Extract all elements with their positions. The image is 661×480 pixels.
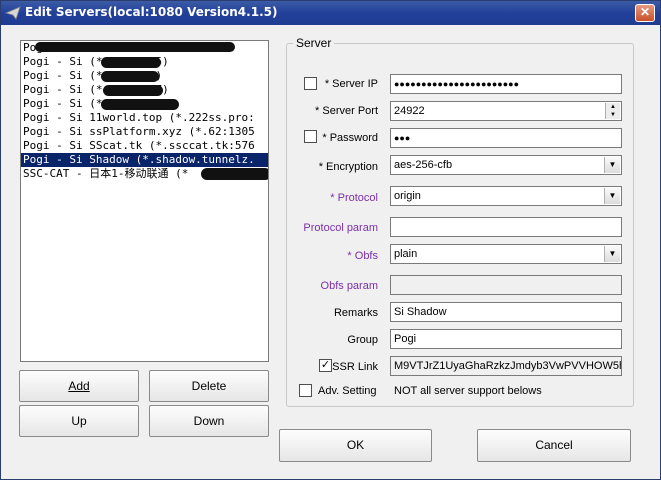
- ssr-link-label: SSR Link: [332, 361, 378, 373]
- client-area: Pogi - Si Pogi - Si (*.216:8135) Pogi - …: [2, 25, 659, 479]
- redaction-mark: [101, 57, 161, 68]
- password-field[interactable]: ●●●: [390, 128, 622, 148]
- encryption-label: * Encryption: [318, 161, 378, 173]
- server-ip-field[interactable]: ●●●●●●●●●●●●●●●●●●●●●●●: [390, 74, 622, 94]
- title-bar[interactable]: Edit Servers(local:1080 Version4.1.5) ✕: [1, 1, 660, 25]
- remarks-label: Remarks: [333, 307, 378, 319]
- group-label: Group: [347, 334, 378, 346]
- adv-setting-checkbox[interactable]: [299, 384, 312, 397]
- server-list[interactable]: Pogi - Si Pogi - Si (*.216:8135) Pogi - …: [20, 40, 269, 362]
- protocol-label: * Protocol: [330, 192, 378, 204]
- password-label: * Password: [322, 132, 378, 144]
- obfs-param-field[interactable]: [390, 275, 622, 295]
- redaction-mark: [35, 42, 235, 52]
- ssr-link-field[interactable]: M9VTJrZ1UyaGhaRzkzJmdyb3VwPVVHOW5hUQ: [390, 356, 622, 376]
- chevron-down-icon[interactable]: ▼: [604, 188, 620, 204]
- cancel-button[interactable]: Cancel: [477, 429, 631, 462]
- protocol-param-label: Protocol param: [303, 222, 378, 234]
- obfs-select[interactable]: plain ▼: [390, 244, 622, 264]
- list-item[interactable]: Pogi - Si SScat.tk (*.ssccat.tk:576: [21, 139, 268, 153]
- group-field[interactable]: Pogi: [390, 329, 622, 349]
- server-port-stepper[interactable]: 24922 ▲ ▼: [390, 101, 622, 121]
- server-group-legend: Server: [293, 36, 335, 50]
- delete-button[interactable]: Delete: [149, 370, 269, 402]
- redaction-mark: [101, 71, 159, 82]
- up-button[interactable]: Up: [19, 405, 139, 437]
- chevron-down-icon[interactable]: ▼: [604, 157, 620, 173]
- server-ip-label: * Server IP: [324, 78, 378, 90]
- list-item[interactable]: Pogi - Si 11world.top (*.222ss.pro:: [21, 111, 268, 125]
- paper-plane-icon: [5, 6, 21, 20]
- window-title: Edit Servers(local:1080 Version4.1.5): [25, 5, 278, 19]
- down-button[interactable]: Down: [149, 405, 269, 437]
- ok-button[interactable]: OK: [279, 429, 432, 462]
- list-item[interactable]: Pogi - Si ssPlatform.xyz (*.62:1305: [21, 125, 268, 139]
- protocol-param-field[interactable]: [390, 217, 622, 237]
- protocol-select[interactable]: origin ▼: [390, 186, 622, 206]
- adv-setting-note: NOT all server support belows: [394, 385, 542, 397]
- redaction-mark: [101, 99, 179, 110]
- spin-arrows-icon[interactable]: ▲ ▼: [605, 103, 620, 119]
- encryption-select[interactable]: aes-256-cfb ▼: [390, 155, 622, 175]
- obfs-label: * Obfs: [347, 250, 378, 262]
- close-icon[interactable]: ✕: [635, 4, 655, 22]
- chevron-down-icon[interactable]: ▼: [604, 246, 620, 262]
- redaction-mark: [103, 85, 163, 96]
- add-button[interactable]: Add: [19, 370, 139, 402]
- adv-setting-label: Adv. Setting: [318, 385, 377, 397]
- edit-servers-window: Edit Servers(local:1080 Version4.1.5) ✕ …: [0, 0, 661, 480]
- list-item-selected[interactable]: Pogi - Si Shadow (*.shadow.tunnelz.: [21, 153, 268, 167]
- remarks-field[interactable]: Si Shadow: [390, 302, 622, 322]
- obfs-param-label: Obfs param: [320, 280, 378, 292]
- server-port-label: * Server Port: [315, 105, 378, 117]
